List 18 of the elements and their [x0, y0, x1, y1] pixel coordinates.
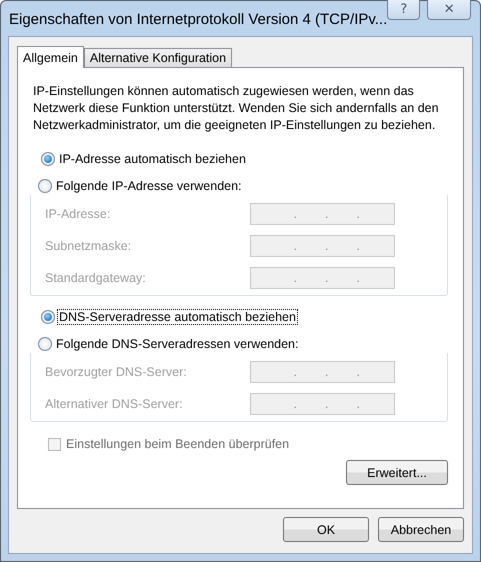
tab[interactable]: Alternative Konfiguration	[84, 48, 232, 67]
field-label: Standardgateway:	[45, 271, 147, 285]
advanced-button[interactable]: Erweitert...	[346, 460, 448, 485]
close-button[interactable]: ✕	[427, 0, 471, 20]
field-label: Bevorzugter DNS-Server:	[45, 365, 188, 379]
radio-option[interactable]: Folgende DNS-Serveradressen verwenden:	[38, 335, 442, 353]
field-label: Alternativer DNS-Server:	[45, 397, 184, 411]
radio-option[interactable]: DNS-Serveradresse automatisch beziehen	[41, 308, 448, 326]
tab[interactable]: Allgemein	[17, 46, 84, 68]
field-label: Subnetzmaske:	[45, 239, 132, 253]
ok-button[interactable]: OK	[283, 517, 369, 542]
radio-option[interactable]: IP-Adresse automatisch beziehen	[41, 150, 448, 168]
cancel-button[interactable]: Abbrechen	[378, 517, 464, 542]
intro-text: IP-Einstellungen können automatisch zugewiesen werden, wenn das Netzwerk diese Funktion unterstützt. Wenden Sie sich andernfalls an den Netzwerkadministrator, um die geeigneten IP-Einstellungen zu beziehen.	[33, 83, 440, 134]
window-title: Eigenschaften von Internetprotokoll Version 4 (TCP/IPv...	[9, 11, 388, 28]
field-label: IP-Adresse:	[45, 207, 112, 221]
help-button[interactable]: ?	[387, 0, 420, 20]
radio-option[interactable]: Folgende IP-Adresse verwenden:	[38, 177, 442, 195]
